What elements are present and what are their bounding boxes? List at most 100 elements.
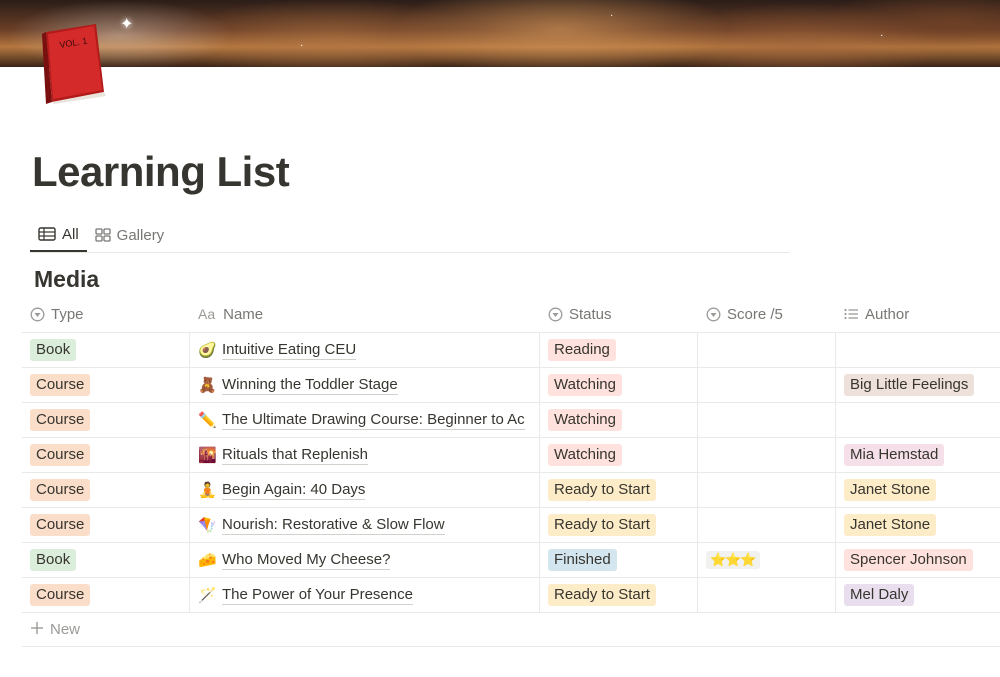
table-row[interactable]: Book 🥑 Intuitive Eating CEU Reading xyxy=(22,333,1000,368)
view-tabs: All Gallery xyxy=(30,218,790,253)
type-tag: Course xyxy=(30,479,91,501)
author-tag: Mia Hemstad xyxy=(844,444,945,466)
select-property-icon xyxy=(706,307,721,322)
sunset-icon: 🌇 xyxy=(198,447,217,464)
table-header: Type Aa Name Status Score /5 Author xyxy=(22,296,1000,333)
name-cell[interactable]: 🧸 Winning the Toddler Stage xyxy=(190,368,540,402)
tab-gallery[interactable]: Gallery xyxy=(87,218,173,252)
plus-icon xyxy=(30,621,44,639)
section-title: Media xyxy=(34,266,100,292)
name-cell[interactable]: 🥑 Intuitive Eating CEU xyxy=(190,333,540,367)
status-tag: Watching xyxy=(548,409,622,431)
list-property-icon xyxy=(844,308,859,320)
star-sparkle: · xyxy=(610,10,614,21)
status-cell[interactable]: Ready to Start xyxy=(540,473,698,507)
score-cell[interactable] xyxy=(698,403,836,437)
gallery-icon xyxy=(95,228,111,242)
media-table: Type Aa Name Status Score /5 Author Book xyxy=(22,296,1000,647)
author-cell[interactable]: Janet Stone xyxy=(836,473,1000,507)
status-cell[interactable]: Watching xyxy=(540,403,698,437)
type-cell[interactable]: Course xyxy=(22,438,190,472)
text-property-icon: Aa xyxy=(198,306,216,322)
type-cell[interactable]: Course xyxy=(22,578,190,612)
type-tag: Course xyxy=(30,374,91,396)
item-name[interactable]: Intuitive Eating CEU xyxy=(222,341,357,360)
item-name[interactable]: Winning the Toddler Stage xyxy=(222,376,398,395)
item-name[interactable]: The Ultimate Drawing Course: Beginner to… xyxy=(222,411,525,430)
name-cell[interactable]: 🪁 Nourish: Restorative & Slow Flow xyxy=(190,508,540,542)
author-cell[interactable]: Janet Stone xyxy=(836,508,1000,542)
author-tag: Spencer Johnson xyxy=(844,549,973,571)
author-cell[interactable]: Mia Hemstad xyxy=(836,438,1000,472)
status-tag: Finished xyxy=(548,549,617,571)
score-cell[interactable] xyxy=(698,508,836,542)
name-cell[interactable]: 🧀 Who Moved My Cheese? xyxy=(190,543,540,577)
score-cell[interactable] xyxy=(698,333,836,367)
score-cell[interactable]: ⭐⭐⭐ xyxy=(698,543,836,577)
item-name[interactable]: Nourish: Restorative & Slow Flow xyxy=(222,516,445,535)
type-cell[interactable]: Book xyxy=(22,543,190,577)
cheese-icon: 🧀 xyxy=(198,552,217,569)
red-book-icon[interactable]: VOL. 1 xyxy=(38,22,110,104)
author-tag: Mel Daly xyxy=(844,584,915,606)
column-header-status[interactable]: Status xyxy=(540,296,698,332)
status-cell[interactable]: Ready to Start xyxy=(540,578,698,612)
name-cell[interactable]: ✏️ The Ultimate Drawing Course: Beginner … xyxy=(190,403,540,437)
tab-all[interactable]: All xyxy=(30,218,87,252)
star-sparkle: ✦ xyxy=(120,16,134,33)
score-cell[interactable] xyxy=(698,473,836,507)
score-cell[interactable] xyxy=(698,578,836,612)
table-row[interactable]: Course 🪄 The Power of Your Presence Ready… xyxy=(22,578,1000,613)
name-cell[interactable]: 🧘 Begin Again: 40 Days xyxy=(190,473,540,507)
star-sparkle: · xyxy=(300,40,304,51)
column-header-name[interactable]: Aa Name xyxy=(190,296,540,332)
status-cell[interactable]: Reading xyxy=(540,333,698,367)
name-cell[interactable]: 🪄 The Power of Your Presence xyxy=(190,578,540,612)
type-tag: Course xyxy=(30,514,91,536)
status-tag: Watching xyxy=(548,444,622,466)
status-cell[interactable]: Watching xyxy=(540,438,698,472)
column-header-type[interactable]: Type xyxy=(22,296,190,332)
meditation-icon: 🧘 xyxy=(198,482,217,499)
author-cell[interactable]: Big Little Feelings xyxy=(836,368,1000,402)
item-name[interactable]: Begin Again: 40 Days xyxy=(222,481,366,500)
author-cell[interactable]: Mel Daly xyxy=(836,578,1000,612)
type-cell[interactable]: Course xyxy=(22,368,190,402)
tab-all-label: All xyxy=(62,225,79,243)
type-cell[interactable]: Course xyxy=(22,508,190,542)
status-tag: Watching xyxy=(548,374,622,396)
status-cell[interactable]: Watching xyxy=(540,368,698,402)
author-cell[interactable] xyxy=(836,333,1000,367)
new-row-button[interactable]: New xyxy=(22,613,1000,647)
author-cell[interactable] xyxy=(836,403,1000,437)
column-header-score[interactable]: Score /5 xyxy=(698,296,836,332)
magic-wand-icon: 🪄 xyxy=(198,587,217,604)
item-name[interactable]: Rituals that Replenish xyxy=(222,446,368,465)
type-tag: Book xyxy=(30,549,77,571)
star-sparkle: · xyxy=(880,30,884,41)
type-cell[interactable]: Course xyxy=(22,403,190,437)
table-row[interactable]: Course 🧘 Begin Again: 40 Days Ready to St… xyxy=(22,473,1000,508)
pencil-icon: ✏️ xyxy=(198,412,217,429)
type-tag: Course xyxy=(30,444,91,466)
table-row[interactable]: Course ✏️ The Ultimate Drawing Course: Be… xyxy=(22,403,1000,438)
status-tag: Ready to Start xyxy=(548,584,656,606)
type-cell[interactable]: Book xyxy=(22,333,190,367)
table-row[interactable]: Course 🌇 Rituals that Replenish Watching … xyxy=(22,438,1000,473)
table-row[interactable]: Course 🪁 Nourish: Restorative & Slow Flow… xyxy=(22,508,1000,543)
item-name[interactable]: Who Moved My Cheese? xyxy=(222,551,391,570)
type-cell[interactable]: Course xyxy=(22,473,190,507)
item-name[interactable]: The Power of Your Presence xyxy=(222,586,413,605)
status-tag: Ready to Start xyxy=(548,514,656,536)
status-cell[interactable]: Ready to Start xyxy=(540,508,698,542)
status-cell[interactable]: Finished xyxy=(540,543,698,577)
author-cell[interactable]: Spencer Johnson xyxy=(836,543,1000,577)
table-row[interactable]: Course 🧸 Winning the Toddler Stage Watchi… xyxy=(22,368,1000,403)
score-cell[interactable] xyxy=(698,368,836,402)
name-cell[interactable]: 🌇 Rituals that Replenish xyxy=(190,438,540,472)
table-row[interactable]: Book 🧀 Who Moved My Cheese? Finished ⭐⭐⭐ … xyxy=(22,543,1000,578)
type-tag: Course xyxy=(30,584,91,606)
column-header-author[interactable]: Author xyxy=(836,296,1000,332)
score-cell[interactable] xyxy=(698,438,836,472)
teddy-bear-icon: 🧸 xyxy=(198,377,217,394)
